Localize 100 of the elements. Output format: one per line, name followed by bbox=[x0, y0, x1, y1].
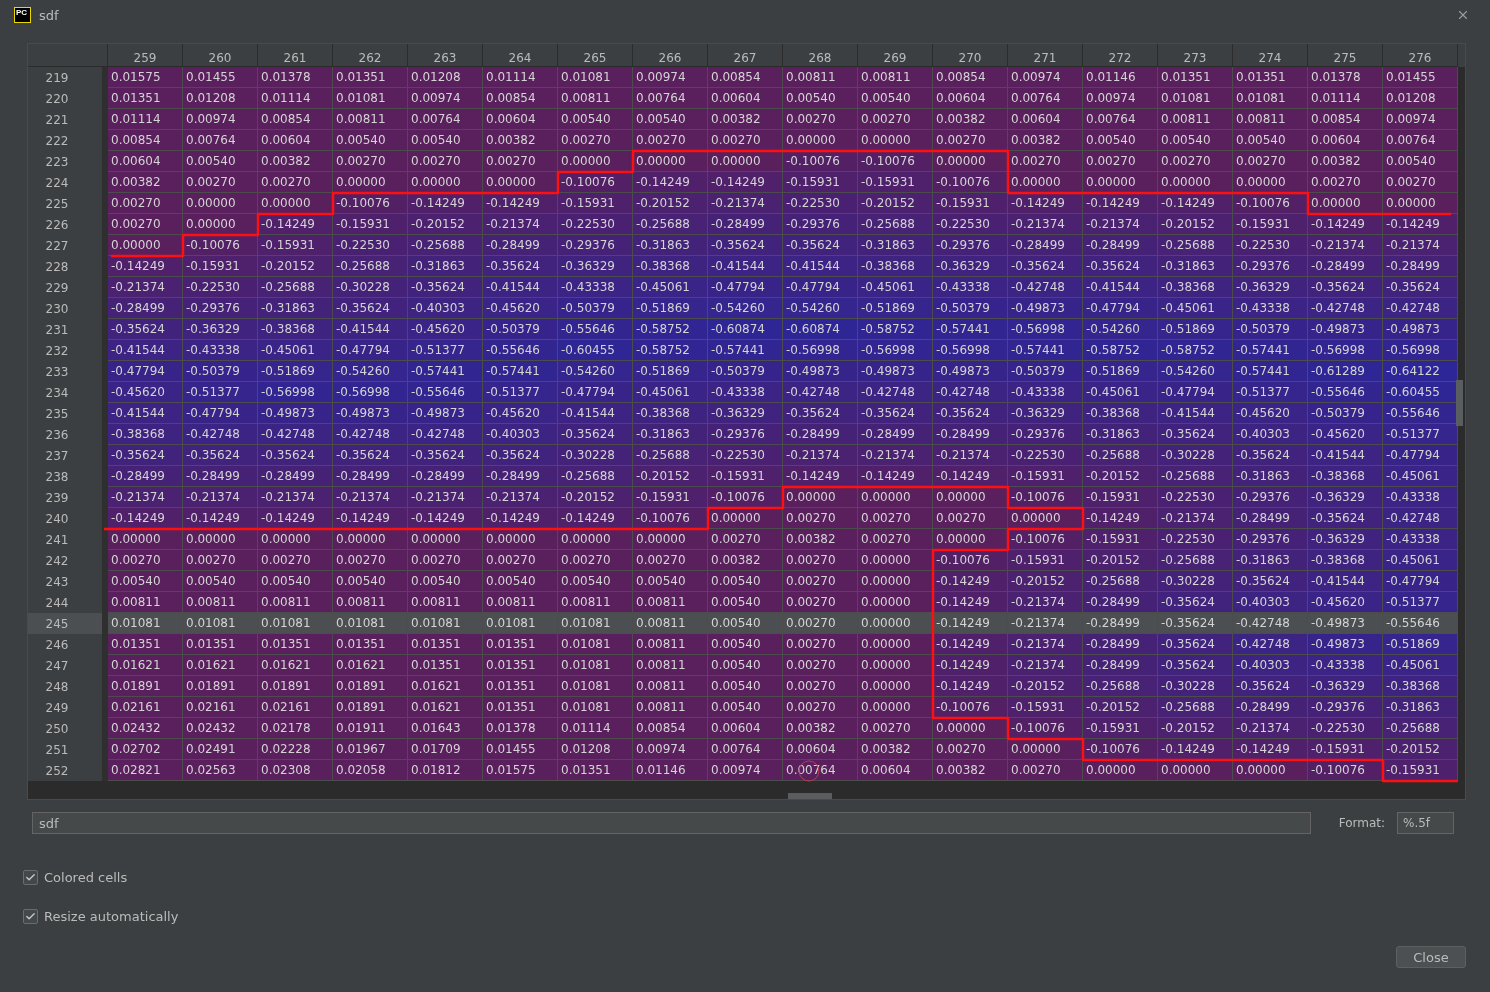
row-header[interactable]: 252 bbox=[28, 760, 108, 781]
row-header[interactable]: 243 bbox=[28, 571, 108, 592]
row-header[interactable]: 229 bbox=[28, 277, 108, 298]
row-header[interactable]: 247 bbox=[28, 655, 108, 676]
table-cell: -0.35624 bbox=[1158, 613, 1233, 634]
row-header[interactable]: 240 bbox=[28, 508, 108, 529]
table-cell: -0.14249 bbox=[933, 592, 1008, 613]
table-cell: 0.00974 bbox=[708, 760, 783, 781]
table-cell: -0.28499 bbox=[858, 424, 933, 445]
table-cell: 0.00382 bbox=[783, 718, 858, 739]
horizontal-scrollbar[interactable] bbox=[788, 793, 832, 799]
table-cell: -0.50379 bbox=[558, 298, 633, 319]
table-cell: 0.01081 bbox=[558, 613, 633, 634]
table-cell: -0.10076 bbox=[933, 172, 1008, 193]
table-cell: -0.49873 bbox=[783, 361, 858, 382]
table-cell: -0.14249 bbox=[108, 508, 183, 529]
row-header[interactable]: 230 bbox=[28, 298, 108, 319]
table-cell: -0.35624 bbox=[1158, 655, 1233, 676]
table-cell: -0.14249 bbox=[183, 508, 258, 529]
table-cell: 0.00540 bbox=[858, 88, 933, 109]
row-header[interactable]: 220 bbox=[28, 88, 108, 109]
table-cell: -0.28499 bbox=[1083, 235, 1158, 256]
table-cell: -0.21374 bbox=[333, 487, 408, 508]
checkbox[interactable] bbox=[23, 870, 38, 885]
expression-field[interactable]: sdf bbox=[32, 812, 1311, 834]
table-cell: -0.43338 bbox=[183, 340, 258, 361]
table-cell: -0.15931 bbox=[333, 214, 408, 235]
checkbox[interactable] bbox=[23, 909, 38, 924]
table-cell: -0.51377 bbox=[408, 340, 483, 361]
table-cell: -0.50379 bbox=[1233, 319, 1308, 340]
row-header[interactable]: 246 bbox=[28, 634, 108, 655]
table-cell: 0.00854 bbox=[258, 109, 333, 130]
row-header[interactable]: 239 bbox=[28, 487, 108, 508]
row-header[interactable]: 236 bbox=[28, 424, 108, 445]
row-header[interactable]: 226 bbox=[28, 214, 108, 235]
table-cell: -0.14249 bbox=[633, 172, 708, 193]
table-cell: 0.00270 bbox=[783, 571, 858, 592]
table-cell: 0.00974 bbox=[1008, 67, 1083, 88]
table-cell: 0.00000 bbox=[858, 634, 933, 655]
table-cell: 0.02161 bbox=[108, 697, 183, 718]
table-cell: -0.15931 bbox=[783, 172, 858, 193]
table-cell: 0.01891 bbox=[333, 697, 408, 718]
row-header[interactable]: 245 bbox=[28, 613, 108, 634]
table-cell: -0.35624 bbox=[1233, 445, 1308, 466]
table-cell: -0.60874 bbox=[783, 319, 858, 340]
table-cell: -0.35624 bbox=[1158, 592, 1233, 613]
row-header[interactable]: 223 bbox=[28, 151, 108, 172]
row-header[interactable]: 237 bbox=[28, 445, 108, 466]
row-header[interactable]: 249 bbox=[28, 697, 108, 718]
row-header[interactable]: 250 bbox=[28, 718, 108, 739]
row-header[interactable]: 231 bbox=[28, 319, 108, 340]
row-header[interactable]: 222 bbox=[28, 130, 108, 151]
table-cell: 0.01378 bbox=[1308, 67, 1383, 88]
table-cell: -0.35624 bbox=[333, 445, 408, 466]
table-cell: 0.00540 bbox=[1233, 130, 1308, 151]
close-button[interactable] bbox=[1456, 8, 1470, 22]
vertical-scrollbar[interactable] bbox=[1456, 380, 1463, 426]
table-cell: -0.28499 bbox=[708, 214, 783, 235]
row-header[interactable]: 225 bbox=[28, 193, 108, 214]
row-header[interactable]: 228 bbox=[28, 256, 108, 277]
table-cell: -0.28499 bbox=[1083, 592, 1158, 613]
table-cell: 0.00540 bbox=[708, 592, 783, 613]
table-cell: -0.38368 bbox=[108, 424, 183, 445]
table-cell: -0.21374 bbox=[183, 487, 258, 508]
table-cell: 0.01351 bbox=[183, 634, 258, 655]
table-cell: -0.50379 bbox=[1308, 403, 1383, 424]
table-cell: -0.64122 bbox=[1383, 361, 1458, 382]
table-cell: -0.55646 bbox=[1308, 382, 1383, 403]
table-cell: -0.20152 bbox=[1008, 676, 1083, 697]
row-header[interactable]: 251 bbox=[28, 739, 108, 760]
table-cell: 0.00604 bbox=[483, 109, 558, 130]
row-header[interactable]: 232 bbox=[28, 340, 108, 361]
format-field[interactable]: %.5f bbox=[1397, 812, 1454, 834]
table-cell: -0.22530 bbox=[1158, 529, 1233, 550]
table-cell: -0.58752 bbox=[1083, 340, 1158, 361]
row-header[interactable]: 227 bbox=[28, 235, 108, 256]
table-cell: -0.25688 bbox=[258, 277, 333, 298]
table-cell: -0.28499 bbox=[783, 424, 858, 445]
table-cell: -0.50379 bbox=[708, 361, 783, 382]
row-header[interactable]: 233 bbox=[28, 361, 108, 382]
row-header[interactable]: 234 bbox=[28, 382, 108, 403]
table-cell: -0.41544 bbox=[1158, 403, 1233, 424]
close-dialog-button[interactable]: Close bbox=[1396, 946, 1466, 968]
row-header[interactable]: 248 bbox=[28, 676, 108, 697]
row-header[interactable]: 224 bbox=[28, 172, 108, 193]
row-header[interactable]: 238 bbox=[28, 466, 108, 487]
row-header[interactable]: 241 bbox=[28, 529, 108, 550]
table-cell: -0.10076 bbox=[858, 151, 933, 172]
table-cell: 0.00540 bbox=[558, 109, 633, 130]
row-header[interactable]: 242 bbox=[28, 550, 108, 571]
row-header[interactable]: 221 bbox=[28, 109, 108, 130]
table-cell: -0.40303 bbox=[1233, 655, 1308, 676]
row-header[interactable]: 235 bbox=[28, 403, 108, 424]
table-cell: 0.02563 bbox=[183, 760, 258, 781]
table-cell: 0.00270 bbox=[483, 151, 558, 172]
table-cell: -0.51377 bbox=[183, 382, 258, 403]
row-header[interactable]: 219 bbox=[28, 67, 108, 88]
table-cell: -0.22530 bbox=[933, 214, 1008, 235]
table-cell: -0.35624 bbox=[1158, 634, 1233, 655]
row-header[interactable]: 244 bbox=[28, 592, 108, 613]
